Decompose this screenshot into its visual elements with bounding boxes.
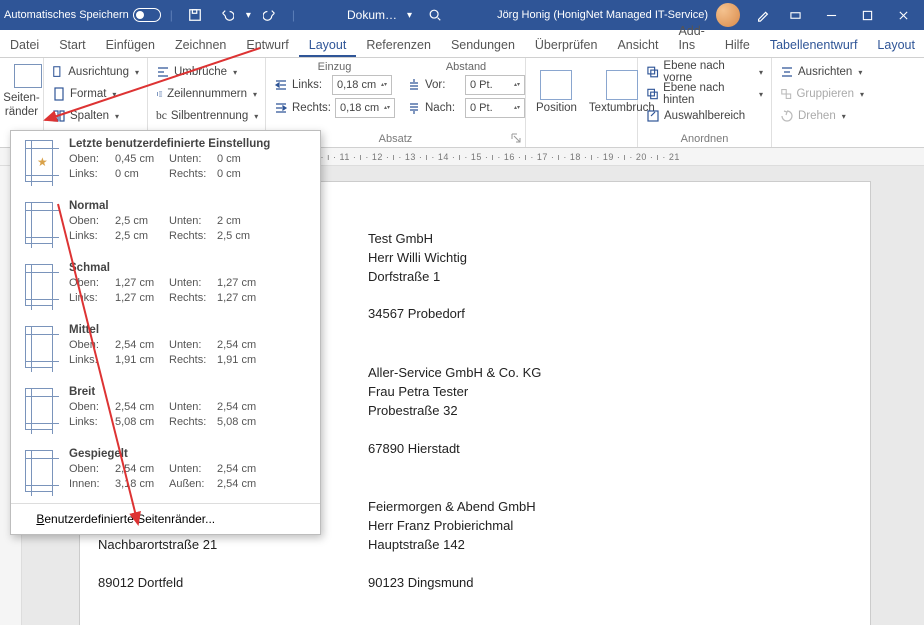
indent-left-field[interactable]: Links:0,18 cm▴▾ [274,74,395,96]
tab-tabellenentwurf[interactable]: Tabellenentwurf [760,33,868,57]
document-name[interactable]: Dokum… [347,8,397,22]
preset-title: Mittel [69,324,310,336]
preset-title: Normal [69,200,310,212]
tab-start[interactable]: Start [49,33,95,57]
address-block: Feiermorgen & Abend GmbHHerr Franz Probi… [368,498,628,592]
margins-preset-icon: ★ [19,138,59,186]
spacing-before-field[interactable]: Vor:0 Pt.▴▾ [407,74,525,96]
avatar[interactable] [716,3,740,27]
save-icon[interactable] [182,2,208,28]
chevron-down-icon[interactable]: ▾ [407,10,412,21]
redo-icon[interactable] [257,2,283,28]
indent-header: Einzug [274,61,395,73]
maximize-button[interactable] [850,0,884,30]
margins-icon [8,64,36,90]
tab-sendungen[interactable]: Sendungen [441,33,525,57]
tab-layout-ctx[interactable]: Layout [867,33,924,57]
hyphenation-button[interactable]: bcSilbentrennung▾ [156,105,257,127]
search-icon[interactable] [422,2,448,28]
address-block: Aller-Service GmbH & Co. KGFrau Petra Te… [368,364,628,458]
breaks-button[interactable]: Umbrüche▾ [156,61,257,83]
preset-title: Schmal [69,262,310,274]
margins-preset-icon [19,262,59,310]
ribbon-mode-icon[interactable] [778,0,812,30]
position-button[interactable]: Position [534,67,579,117]
send-backward-button[interactable]: Ebene nach hinten▾ [646,83,763,105]
custom-margins-item[interactable]: Benutzerdefinierte Seitenränder... [11,503,320,534]
group-button[interactable]: Gruppieren▾ [780,83,864,105]
textwrap-icon [606,70,638,100]
preset-title: Breit [69,386,310,398]
selection-pane-button[interactable]: Auswahlbereich [646,105,763,127]
margins-preset-item[interactable]: ★ Letzte benutzerdefinierte Einstellung … [11,131,320,193]
undo-icon[interactable] [214,2,240,28]
margins-preset-item[interactable]: Breit Oben:2,54 cmUnten:2,54 cm Links:5,… [11,379,320,441]
margins-preset-icon [19,200,59,248]
spacing-header: Abstand [407,61,525,73]
tab-hilfe[interactable]: Hilfe [715,33,760,57]
margins-preset-item[interactable]: Schmal Oben:1,27 cmUnten:1,27 cm Links:1… [11,255,320,317]
tab-entwurf[interactable]: Entwurf [236,33,298,57]
rotate-button[interactable]: Drehen▾ [780,105,864,127]
title-bar: Automatisches Speichern | ▾ | Dokum… ▾ J… [0,0,924,30]
align-button[interactable]: Ausrichten▾ [780,61,864,83]
margins-preset-icon [19,386,59,434]
tab-layout[interactable]: Layout [299,33,357,57]
minimize-button[interactable] [814,0,848,30]
tab-ansicht[interactable]: Ansicht [607,33,668,57]
size-button[interactable]: Format▾ [52,83,139,105]
line-numbers-button[interactable]: Zeilennummern▾ [156,83,257,105]
preset-title: Gespiegelt [69,448,310,460]
tab-referenzen[interactable]: Referenzen [356,33,441,57]
tab-ueberpruefen[interactable]: Überprüfen [525,33,608,57]
position-icon [540,70,572,100]
address-block: Test GmbHHerr Willi WichtigDorfstraße 13… [368,230,628,324]
margins-preset-icon [19,324,59,372]
ribbon-tabs: Datei Start Einfügen Zeichnen Entwurf La… [0,30,924,58]
pen-icon[interactable] [750,2,776,28]
margins-button[interactable]: Seiten- ränder [8,61,35,121]
close-button[interactable] [886,0,920,30]
tab-zeichnen[interactable]: Zeichnen [165,33,236,57]
margins-menu: ★ Letzte benutzerdefinierte Einstellung … [10,130,321,535]
margins-preset-item[interactable]: Mittel Oben:2,54 cmUnten:2,54 cm Links:1… [11,317,320,379]
tab-datei[interactable]: Datei [0,33,49,57]
tab-addins[interactable]: Add-Ins [668,19,714,57]
tab-einfuegen[interactable]: Einfügen [96,33,165,57]
preset-title: Letzte benutzerdefinierte Einstellung [69,138,310,150]
columns-button[interactable]: Spalten▾ [52,105,139,127]
group-arrange-label: Anordnen [638,133,771,145]
chevron-down-icon[interactable]: ▾ [246,10,251,21]
dialog-launcher-icon[interactable] [510,132,522,144]
margins-preset-item[interactable]: Gespiegelt Oben:2,54 cmUnten:2,54 cm Inn… [11,441,320,503]
indent-right-field[interactable]: Rechts:0,18 cm▴▾ [274,97,395,119]
autosave-toggle[interactable]: Automatisches Speichern [4,8,161,22]
margins-preset-item[interactable]: Normal Oben:2,5 cmUnten:2 cm Links:2,5 c… [11,193,320,255]
spacing-after-field[interactable]: Nach:0 Pt.▴▾ [407,97,525,119]
bring-forward-button[interactable]: Ebene nach vorne▾ [646,61,763,83]
margins-preset-icon [19,448,59,496]
toggle-icon [133,8,161,22]
orientation-button[interactable]: Ausrichtung▾ [52,61,139,83]
